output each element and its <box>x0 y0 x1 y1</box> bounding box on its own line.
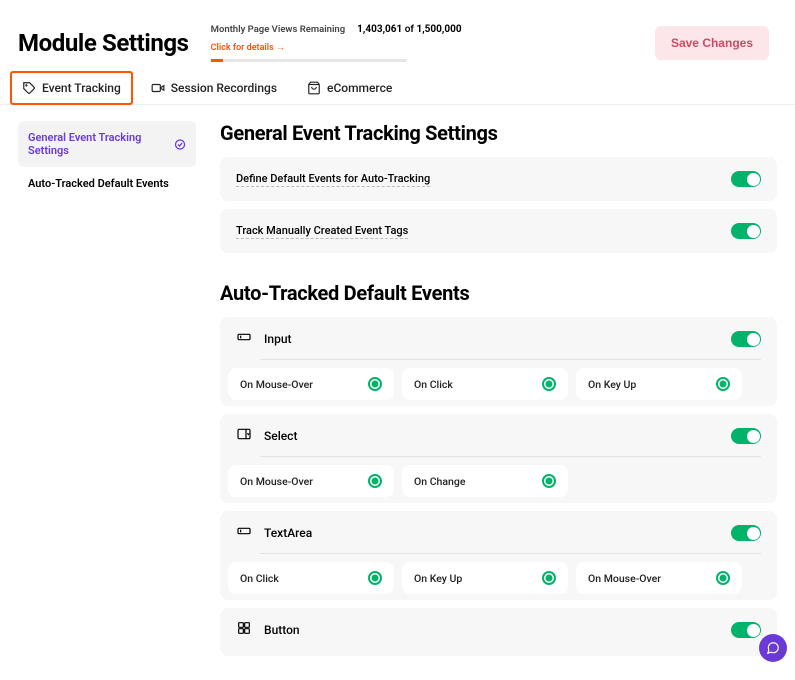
trigger-chip[interactable]: On Mouse-Over <box>228 465 394 497</box>
tabs: Event Tracking Session Recordings eComme… <box>0 70 795 105</box>
usage-block: Monthly Page Views Remaining Click for d… <box>211 24 462 62</box>
event-group: Button <box>220 608 777 656</box>
video-icon <box>151 81 165 95</box>
bag-icon <box>307 81 321 95</box>
element-type-icon <box>236 620 252 640</box>
save-button[interactable]: Save Changes <box>655 26 769 60</box>
setting-card: Track Manually Created Event Tags <box>220 209 777 253</box>
setting-label: Define Default Events for Auto-Tracking <box>236 172 430 187</box>
event-group-name: TextArea <box>264 526 719 540</box>
tab-event-tracking[interactable]: Event Tracking <box>10 71 133 105</box>
section-title-auto: Auto-Tracked Default Events <box>220 281 777 305</box>
tag-icon <box>22 81 36 95</box>
trigger-label: On Click <box>240 572 279 585</box>
element-type-icon <box>236 329 252 349</box>
sidenav-item-general[interactable]: General Event Tracking Settings <box>18 121 196 167</box>
usage-numbers: 1,403,061 of 1,500,000 <box>357 24 461 35</box>
event-group-name: Input <box>264 332 719 346</box>
setting-label: Track Manually Created Event Tags <box>236 224 408 239</box>
event-group: TextArea On Click On Key Up On Mouse-Ove… <box>220 511 777 600</box>
sidenav: General Event Tracking Settings Auto-Tra… <box>18 121 196 664</box>
event-group-name: Button <box>264 623 719 637</box>
usage-label: Monthly Page Views Remaining <box>211 24 346 35</box>
check-circle-icon <box>174 138 186 151</box>
event-group-toggle[interactable] <box>731 331 761 347</box>
help-fab[interactable] <box>759 634 787 662</box>
tab-ecommerce[interactable]: eCommerce <box>295 71 404 105</box>
tab-label: Session Recordings <box>171 81 277 95</box>
page-title: Module Settings <box>18 29 189 57</box>
setting-toggle[interactable] <box>731 171 761 187</box>
element-type-icon <box>236 523 252 543</box>
sidenav-item-label: General Event Tracking Settings <box>28 131 174 157</box>
tab-session-recordings[interactable]: Session Recordings <box>139 71 289 105</box>
main-content: General Event Tracking Settings Define D… <box>220 121 777 664</box>
trigger-chip[interactable]: On Key Up <box>576 368 742 400</box>
trigger-label: On Key Up <box>414 572 462 585</box>
trigger-chip[interactable]: On Mouse-Over <box>576 562 742 594</box>
trigger-radio[interactable] <box>542 377 556 391</box>
trigger-label: On Mouse-Over <box>588 572 661 585</box>
usage-progress-bar <box>211 59 407 62</box>
tab-label: Event Tracking <box>42 81 121 95</box>
trigger-radio[interactable] <box>542 571 556 585</box>
element-type-icon <box>236 426 252 446</box>
trigger-radio[interactable] <box>716 571 730 585</box>
event-group: Select On Mouse-Over On Change <box>220 414 777 503</box>
trigger-chip[interactable]: On Mouse-Over <box>228 368 394 400</box>
setting-card: Define Default Events for Auto-Tracking <box>220 157 777 201</box>
event-group: Input On Mouse-Over On Click On Key Up <box>220 317 777 406</box>
setting-toggle[interactable] <box>731 223 761 239</box>
trigger-radio[interactable] <box>542 474 556 488</box>
sidenav-item-label: Auto-Tracked Default Events <box>28 177 169 190</box>
trigger-chip[interactable]: On Change <box>402 465 568 497</box>
trigger-radio[interactable] <box>368 377 382 391</box>
trigger-chip[interactable]: On Click <box>402 368 568 400</box>
usage-details-link[interactable]: Click for details → <box>211 43 285 53</box>
event-group-toggle[interactable] <box>731 525 761 541</box>
trigger-chip[interactable]: On Click <box>228 562 394 594</box>
event-group-name: Select <box>264 429 719 443</box>
trigger-label: On Change <box>414 475 465 488</box>
trigger-radio[interactable] <box>716 377 730 391</box>
trigger-label: On Click <box>414 378 453 391</box>
trigger-label: On Mouse-Over <box>240 475 313 488</box>
event-group-toggle[interactable] <box>731 622 761 638</box>
trigger-label: On Mouse-Over <box>240 378 313 391</box>
trigger-label: On Key Up <box>588 378 636 391</box>
tab-label: eCommerce <box>327 81 392 95</box>
trigger-chip[interactable]: On Key Up <box>402 562 568 594</box>
trigger-radio[interactable] <box>368 571 382 585</box>
chat-icon <box>766 641 780 655</box>
sidenav-item-auto[interactable]: Auto-Tracked Default Events <box>18 167 196 200</box>
section-title-general: General Event Tracking Settings <box>220 121 777 145</box>
trigger-radio[interactable] <box>368 474 382 488</box>
event-group-toggle[interactable] <box>731 428 761 444</box>
